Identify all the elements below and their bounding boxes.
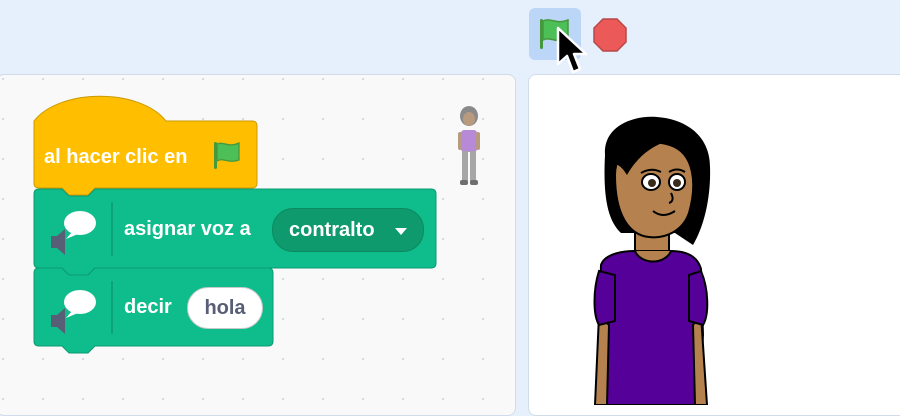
chevron-down-icon — [395, 228, 407, 235]
say-text-input[interactable]: hola — [187, 287, 263, 329]
green-flag-icon — [540, 18, 569, 49]
voice-dropdown-value: contralto — [289, 219, 375, 241]
voice-dropdown[interactable]: contralto — [272, 208, 424, 252]
green-flag-button[interactable] — [529, 8, 581, 60]
say-label: decir — [124, 296, 172, 318]
script-stack[interactable]: al hacer clic en asignar voz a contralto… — [0, 0, 520, 401]
green-flag-icon — [214, 141, 240, 169]
stage-character — [593, 116, 711, 405]
speech-bubble-icon — [51, 211, 96, 255]
hat-block-label: al hacer clic en — [44, 146, 188, 168]
script-blocks-shapes — [33, 95, 437, 354]
stop-sign-icon — [593, 18, 627, 52]
sprite-thumbnail — [458, 106, 480, 185]
set-voice-label: asignar voz a — [124, 218, 251, 240]
stop-button[interactable] — [592, 17, 628, 53]
speech-bubble-icon — [51, 290, 96, 334]
